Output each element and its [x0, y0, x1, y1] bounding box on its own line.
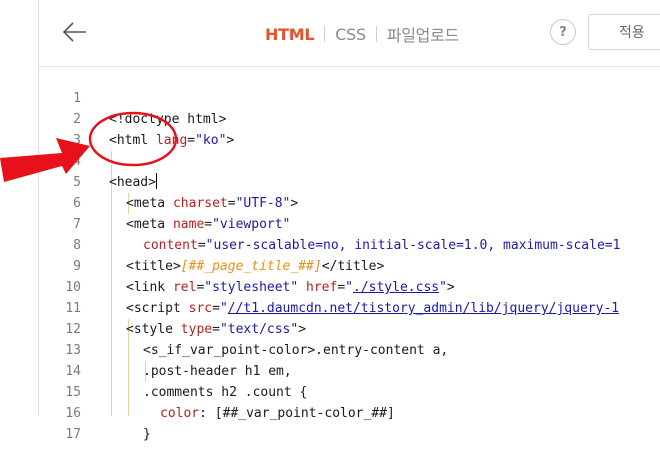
- arrow-left-icon: [62, 22, 86, 42]
- code-line: 2 <html lang="ko">: [39, 88, 660, 148]
- code-line: 15 color: [##_var_point-color_##]: [39, 361, 660, 421]
- tab-file-upload[interactable]: 파일업로드: [387, 22, 459, 46]
- code-line: 7 content="user-scalable=no, initial-sca…: [39, 193, 660, 253]
- tab-divider: [375, 26, 377, 42]
- code-line: 5 <meta charset="UTF-8">: [39, 151, 660, 211]
- code-editor[interactable]: 1 <!doctype html> 2 <html lang="ko"> 3 4…: [39, 67, 660, 442]
- code-token: }: [143, 427, 151, 442]
- help-button[interactable]: ?: [550, 19, 576, 45]
- line-number: 17: [65, 427, 81, 442]
- code-line: 16 }: [39, 382, 660, 442]
- code-line: 8 <title>[##_page_title_##]</title>: [39, 214, 660, 274]
- code-line: 3: [39, 109, 660, 148]
- apply-button[interactable]: 적용: [588, 14, 660, 50]
- back-button[interactable]: [61, 18, 89, 46]
- tab-css[interactable]: CSS: [335, 25, 366, 44]
- tab-divider: [324, 26, 326, 42]
- code-line: 9 <link rel="stylesheet" href="./style.c…: [39, 235, 660, 295]
- code-line: 10 <script src="//t1.daumcdn.net/tistory…: [39, 256, 660, 316]
- code-line: 6 <meta name="viewport": [39, 172, 660, 232]
- code-line: 1 <!doctype html>: [39, 67, 660, 127]
- code-line: 12 <s_if_var_point-color>.entry-content …: [39, 298, 660, 358]
- code-line: 14 .comments h2 .count {: [39, 340, 660, 400]
- editor-tabs: HTML CSS 파일업로드: [265, 22, 459, 46]
- code-line: 4 <head>: [39, 130, 660, 190]
- code-text: }: [143, 424, 151, 445]
- tab-html[interactable]: HTML: [265, 25, 315, 44]
- editor-header: HTML CSS 파일업로드 ? 적용: [39, 0, 660, 67]
- code-line: 17: [39, 403, 660, 442]
- code-line: 11 <style type="text/css">: [39, 277, 660, 337]
- code-line: 13 .post-header h1 em,: [39, 319, 660, 379]
